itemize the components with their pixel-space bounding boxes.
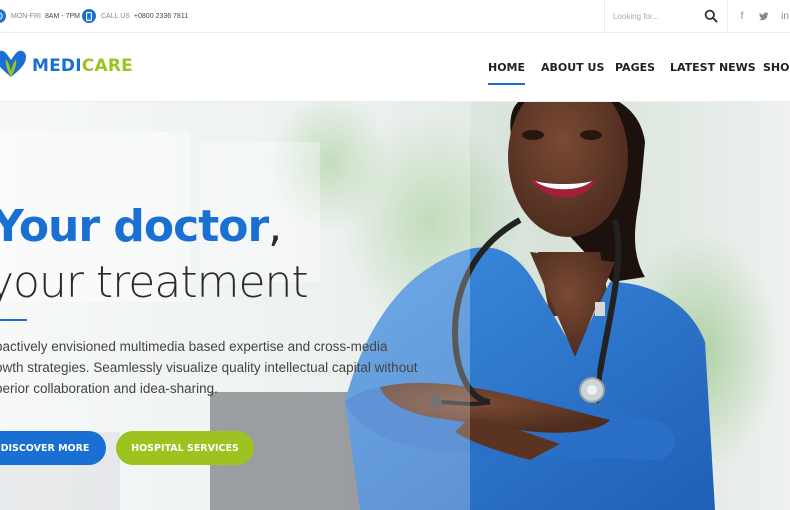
nav-home[interactable]: HOME xyxy=(488,33,526,101)
nav-shop[interactable]: SHOP xyxy=(763,33,790,101)
nav-about-us[interactable]: ABOUT US xyxy=(541,33,604,101)
phone-icon xyxy=(82,9,96,23)
search-box xyxy=(604,0,728,32)
discover-more-button[interactable]: DISCOVER MORE xyxy=(0,431,106,465)
description-line: owth strategies. Seamlessly visualize qu… xyxy=(0,360,418,375)
hero-headline-strong: Your doctor, xyxy=(0,201,282,252)
hours-label: MON-FRI xyxy=(11,12,41,20)
hero-headline-light: your treatment xyxy=(0,257,309,308)
main-header: MEDICARE HOME ABOUT US PAGES LATEST NEWS… xyxy=(0,33,790,102)
linkedin-icon[interactable]: in xyxy=(775,0,790,32)
search-icon[interactable] xyxy=(704,9,718,23)
facebook-icon[interactable]: f xyxy=(732,0,752,32)
clock-icon xyxy=(0,9,6,23)
call-label: CALL US xyxy=(101,12,130,20)
logo-icon xyxy=(0,49,28,84)
nav-pages[interactable]: PAGES xyxy=(615,33,655,101)
hospital-services-button[interactable]: HOSPITAL SERVICES xyxy=(116,431,254,465)
hours-value: 8AM - 7PM xyxy=(44,12,80,20)
twitter-icon[interactable] xyxy=(754,0,774,32)
description-line: oactively envisioned multimedia based ex… xyxy=(0,339,388,354)
logo[interactable]: MEDICARE xyxy=(0,49,133,83)
top-bar: MON-FRI 8AM - 7PM CALL US +0800 2336 781… xyxy=(0,0,790,33)
logo-text: MEDICARE xyxy=(32,56,133,76)
search-input[interactable] xyxy=(613,6,703,26)
call-us: CALL US +0800 2336 7811 xyxy=(82,0,188,32)
headline-comma: , xyxy=(268,201,282,252)
opening-hours: MON-FRI 8AM - 7PM xyxy=(0,0,80,32)
headline-divider xyxy=(0,319,27,321)
nav-latest-news[interactable]: LATEST NEWS xyxy=(670,33,756,101)
hero-description: oactively envisioned multimedia based ex… xyxy=(0,336,445,399)
call-value[interactable]: +0800 2336 7811 xyxy=(134,13,188,20)
description-line: perior collaboration and idea-sharing. xyxy=(0,381,218,396)
